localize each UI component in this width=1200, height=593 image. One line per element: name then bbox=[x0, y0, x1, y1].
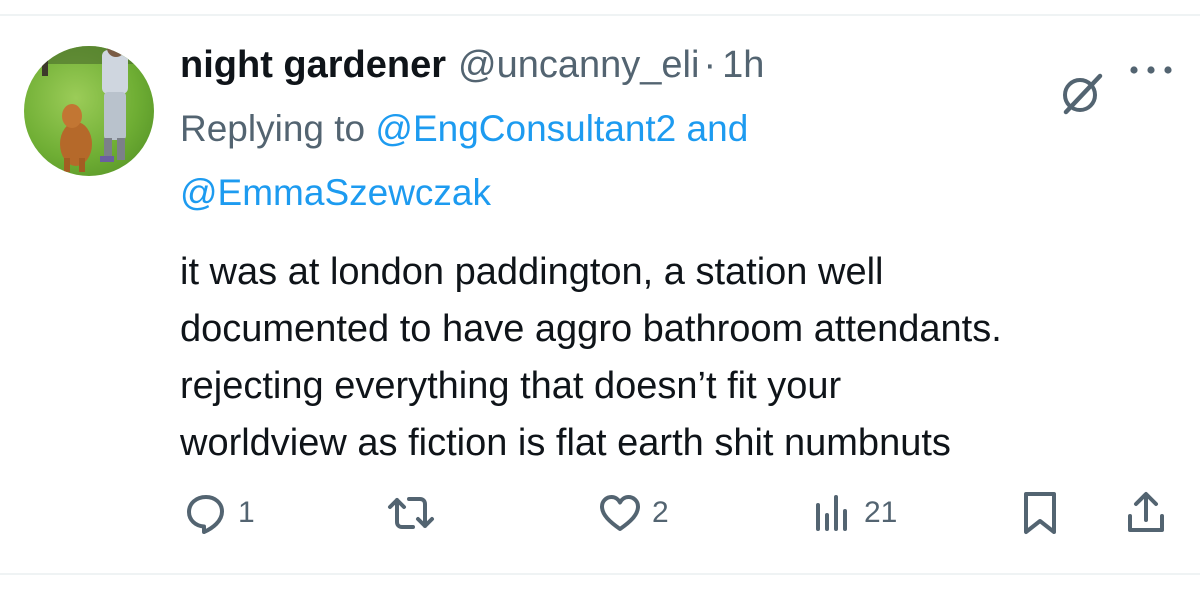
tweet-header: night gardener @uncanny_eli · 1h bbox=[180, 44, 764, 96]
views-button[interactable]: 21 bbox=[810, 490, 897, 536]
avatar[interactable] bbox=[24, 46, 154, 176]
separator-dot: · bbox=[703, 44, 717, 86]
mention-first[interactable]: @EngConsultant2 bbox=[375, 108, 676, 149]
bookmark-icon bbox=[1024, 492, 1056, 534]
tweet-body-line: worldview as fiction is flat earth shit … bbox=[180, 422, 951, 464]
avatar-photo bbox=[24, 46, 154, 172]
tweet-body-line: it was at london paddington, a station w… bbox=[180, 251, 884, 293]
share-icon bbox=[1128, 492, 1164, 532]
top-divider bbox=[0, 14, 1200, 16]
more-dots-icon[interactable] bbox=[1128, 60, 1174, 80]
share-button[interactable] bbox=[1124, 490, 1168, 536]
replying-to-line-2: @EmmaSzewczak bbox=[180, 172, 491, 214]
heart-icon bbox=[600, 495, 640, 531]
tweet-body: it was at london paddington, a station w… bbox=[180, 244, 1180, 472]
author-name[interactable]: night gardener bbox=[180, 44, 446, 87]
tweet-body-line: documented to have aggro bathroom attend… bbox=[180, 308, 1002, 350]
retweet-button[interactable] bbox=[386, 490, 446, 536]
views-count: 21 bbox=[864, 496, 898, 529]
reply-button[interactable]: 1 bbox=[184, 490, 255, 536]
author-handle[interactable]: @uncanny_eli bbox=[458, 44, 699, 87]
grok-icon[interactable] bbox=[1058, 70, 1106, 118]
replying-to-line: Replying to @EngConsultant2 and bbox=[180, 108, 748, 150]
mention-second[interactable]: @EmmaSzewczak bbox=[180, 172, 491, 213]
reply-bubble-icon bbox=[187, 495, 224, 534]
like-button[interactable]: 2 bbox=[598, 490, 669, 536]
bottom-divider bbox=[0, 573, 1200, 575]
like-count: 2 bbox=[652, 496, 669, 529]
tweet-body-line: rejecting everything that doesn’t fit yo… bbox=[180, 365, 842, 407]
bookmark-button[interactable] bbox=[1020, 490, 1060, 536]
replying-to-prefix: Replying to bbox=[180, 108, 366, 149]
retweet-icon bbox=[388, 497, 434, 529]
tweet-timestamp[interactable]: 1h bbox=[722, 44, 764, 87]
views-bar-chart-icon bbox=[816, 495, 847, 531]
mention-joiner: and bbox=[686, 108, 749, 149]
reply-count: 1 bbox=[238, 496, 255, 529]
